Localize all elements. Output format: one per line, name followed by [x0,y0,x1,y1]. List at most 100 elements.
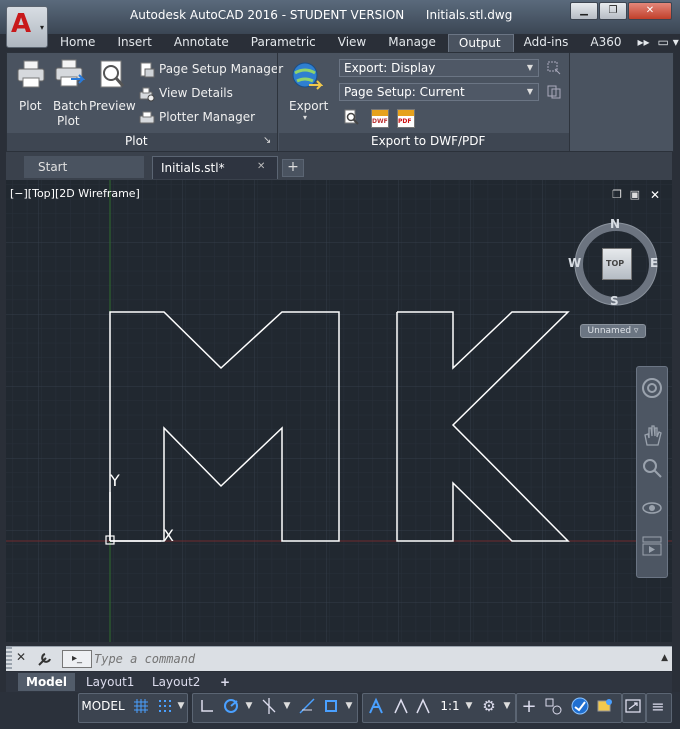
ribbon-overflow-button[interactable]: ▸▸ [634,34,654,53]
select-window-icon[interactable] [547,61,561,75]
isolate-objects-button[interactable] [594,693,616,719]
snap-toggle[interactable] [154,693,176,719]
tab-annotate[interactable]: Annotate [164,34,241,52]
command-line-close-button[interactable]: ✕ [16,650,26,664]
layout-tab-model[interactable]: Model [18,673,76,691]
hardware-acceleration-icon [571,697,589,715]
dwf-export-button[interactable]: DWF [371,109,389,128]
batch-plot-button[interactable]: Batch Plot [51,57,88,129]
tab-output[interactable]: Output [447,34,514,53]
viewport-close-button[interactable]: ✕ [650,188,660,202]
hardware-acceleration-toggle[interactable] [568,693,592,719]
polar-menu-icon[interactable]: ▼ [242,693,256,719]
command-history-icon[interactable]: ▲ [661,653,668,663]
status-bar: MODEL ▼ ▼ ▼ ▼ 1:1 ▼ ⚙ ▼ + ≡ [0,692,680,729]
navigation-bar [636,366,668,578]
new-layout-button[interactable]: + [212,673,238,691]
close-icon[interactable]: ✕ [257,161,265,172]
showmotion-icon[interactable] [641,535,663,557]
compass-east[interactable]: E [650,256,658,270]
tab-manage[interactable]: Manage [378,34,448,52]
units-icon [545,698,562,715]
compass-north[interactable]: N [610,217,620,231]
osnap-menu-icon[interactable]: ▼ [342,693,356,719]
pdf-export-button[interactable]: PDF [397,109,415,128]
tab-view[interactable]: View [328,34,378,52]
hamburger-menu-icon: ≡ [651,696,665,716]
tab-add-ins[interactable]: Add-ins [514,34,581,52]
auto-scale-toggle[interactable] [390,693,412,719]
drawing-viewport[interactable]: Y X [−][Top][2D Wireframe] ❐ ▣ ✕ TOP N S… [6,180,672,642]
command-line-grip[interactable] [6,647,12,671]
dwf-badge-stripe [372,110,388,116]
file-tab-start[interactable]: Start [24,156,144,178]
new-tab-button[interactable]: + [282,159,304,177]
page-setup-select[interactable]: Page Setup: Current ▼ [339,83,539,101]
model-space-button[interactable]: MODEL [80,693,126,719]
viewcube[interactable]: TOP N S E W [568,217,666,314]
tab-insert[interactable]: Insert [107,34,163,52]
tab-parametric[interactable]: Parametric [241,34,328,52]
export-button[interactable]: Export ▾ [285,57,328,127]
object-snap-tracking-toggle[interactable] [296,693,318,719]
batch-printer-icon [55,59,85,87]
annotation-scale-icon [416,698,430,714]
isodraft-menu-icon[interactable]: ▼ [280,693,294,719]
restore-button[interactable]: ❐ [599,2,627,20]
annotation-scale-icon-button[interactable] [412,693,434,719]
steering-wheel-icon[interactable] [641,377,663,399]
command-prompt-icon: ▸_ [71,653,83,664]
title-bar: Autodesk AutoCAD 2016 - STUDENT VERSION … [0,0,680,34]
orbit-icon[interactable] [641,497,663,519]
layout-tab-layout2[interactable]: Layout2 [144,673,208,691]
plot-button[interactable]: Plot [13,57,49,117]
annotation-visibility-toggle[interactable] [364,693,388,719]
compass-west[interactable]: W [568,256,581,270]
auto-scale-icon [394,698,408,714]
minimize-button[interactable]: ▁ [570,2,598,20]
object-snap-toggle[interactable] [320,693,342,719]
viewcube-face[interactable]: TOP [602,248,632,280]
page-setup-override-icon[interactable] [547,85,561,99]
command-input[interactable] [92,649,656,669]
viewport-maximize-button[interactable]: ▣ [630,188,640,201]
viewport-controls-label[interactable]: [−][Top][2D Wireframe] [10,187,140,200]
export-preview-icon[interactable] [343,109,359,125]
units-button[interactable] [542,693,564,719]
workspace-switch-button[interactable]: ⚙ [478,693,500,719]
isodraft-toggle[interactable] [258,693,280,719]
app-name: Autodesk AutoCAD 2016 - STUDENT VERSION [130,8,405,22]
pan-hand-icon[interactable] [642,425,662,447]
annotation-scale-button[interactable]: 1:1 [436,693,464,719]
close-button[interactable]: ✕ [628,2,672,20]
window-title: Autodesk AutoCAD 2016 - STUDENT VERSION … [130,8,512,22]
preview-button[interactable]: Preview [89,57,136,117]
wrench-icon[interactable] [36,650,54,668]
recent-commands-button[interactable]: ▸_ [62,650,92,668]
snap-tracking-icon [299,698,315,714]
tab-home[interactable]: Home [50,34,107,52]
snap-menu-icon[interactable]: ▼ [174,693,188,719]
compass-south[interactable]: S [610,294,619,308]
layout-tab-layout1[interactable]: Layout1 [78,673,142,691]
ucs-menu-button[interactable]: Unnamed ▿ [580,324,646,338]
export-display-select[interactable]: Export: Display ▼ [339,59,539,77]
clean-screen-button[interactable] [622,693,644,719]
zoom-icon[interactable] [641,457,663,479]
annotation-monitor-button[interactable]: + [518,693,540,719]
grid-toggle[interactable] [130,693,152,719]
panel-launcher-icon[interactable]: ↘ [263,135,271,146]
ribbon-minimize-button[interactable]: ▭ ▾ [654,34,680,53]
customization-menu-button[interactable]: ≡ [646,693,670,719]
viewport-restore-button[interactable]: ❐ [612,188,622,201]
snap-grid-icon [159,700,171,712]
scale-menu-icon[interactable]: ▼ [462,693,476,719]
file-tab-initials[interactable]: Initials.stl* ✕ [152,156,278,179]
application-menu-button[interactable]: A ▾ [6,6,48,48]
polar-toggle[interactable] [220,693,242,719]
workspace-menu-icon[interactable]: ▼ [500,693,514,719]
tab-a360[interactable]: A360 [580,34,633,52]
ortho-toggle[interactable] [196,693,218,719]
ortho-icon [201,700,213,712]
export-display-value: Export: Display [344,61,436,75]
